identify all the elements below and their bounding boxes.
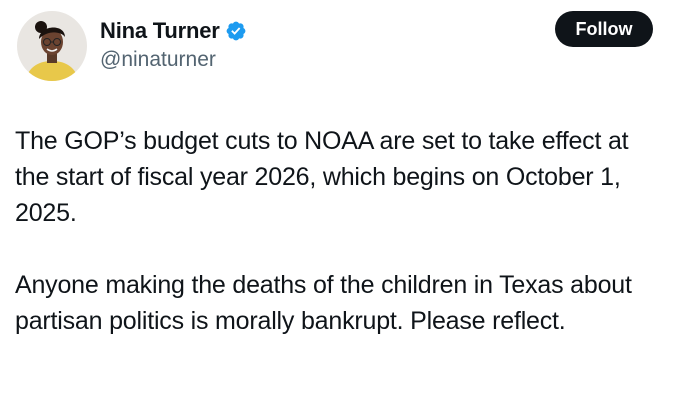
tweet-card: Nina Turner @ninaturner Follow The GOP’s… [0,0,680,403]
name-row: Nina Turner [100,16,247,46]
author-info: Nina Turner @ninaturner [100,16,247,72]
display-name[interactable]: Nina Turner [100,18,220,44]
avatar[interactable] [17,11,87,81]
verified-badge-icon[interactable] [225,20,247,42]
tweet-text: The GOP’s budget cuts to NOAA are set to… [15,123,665,339]
tweet-paragraph: Anyone making the deaths of the children… [15,271,632,335]
handle[interactable]: @ninaturner [100,48,247,72]
profile-photo-icon [17,11,87,81]
tweet-paragraph: The GOP’s budget cuts to NOAA are set to… [15,127,629,227]
follow-button[interactable]: Follow [555,11,653,47]
